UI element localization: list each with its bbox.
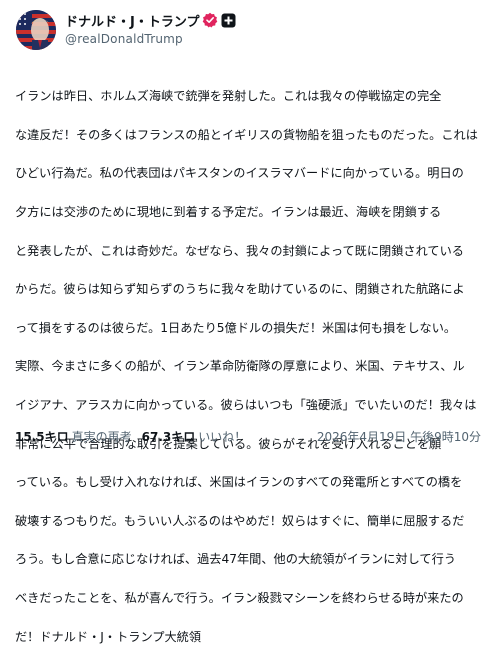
post-timestamp[interactable]: 2026年4月19日 午後9時10分 — [317, 428, 481, 445]
post-text-line: イジアナ、アラスカに向かっている。彼らはいつも「強硬派」でいたいのだ！我々は — [15, 398, 477, 413]
post-text-line: ろう。もし合意に応じなければ、過去47年間、他の大統領がイランに対して行う — [15, 552, 456, 567]
restruths-count: 15.5キロ — [15, 429, 69, 444]
likes-stat[interactable]: 67.3キロ いいね！ — [142, 428, 247, 445]
post-text: イランは昨日、ホルムズ海峡で銃弾を発射した。これは我々の停戦協定の完全 な違反だ… — [15, 68, 481, 666]
likes-count: 67.3キロ — [141, 429, 196, 444]
verified-badge-icon — [202, 12, 218, 28]
post-text-line: な違反だ！その多くはフランスの船とイギリスの貨物船を狙ったものだった。これは — [15, 127, 478, 142]
flag-portrait-avatar-icon — [16, 10, 56, 50]
post-text-line: っている。もし受け入れなければ、米国はイランのすべての発電所とすべての橋を — [15, 475, 463, 490]
post-text-line: ひどい行為だ。私の代表団はパキスタンのイスラマバードに向かっている。明日の — [15, 166, 464, 181]
restruths-label: 真実の再考 — [71, 429, 132, 444]
post-text-line: って損をするのは彼らだ。1日あたり5億ドルの損失だ！米国は何も損をしない。 — [15, 320, 457, 335]
post-text-line: べきだったことを、私が喜んで行う。イラン殺戮マシーンを終わらせる時が来たの — [15, 591, 464, 606]
avatar[interactable] — [16, 10, 56, 50]
author-handle[interactable]: @realDonaldTrump — [65, 32, 236, 46]
post-text-line: と発表したが、これは奇妙だ。なぜなら、我々の封鎖によって既に閉鎖されている — [15, 243, 464, 258]
post-footer: 15.5キロ 真実の再考 67.3キロ いいね！ 2026年4月19日 午後9時… — [15, 426, 481, 446]
author-names: ドナルド・J・トランプ @realDonaldTrump — [65, 10, 236, 46]
post-header: ドナルド・J・トランプ @realDonaldTrump — [12, 10, 480, 54]
post-text-line: 実際、今まさに多くの船が、イラン革命防衛隊の厚意により、米国、テキサス、ル — [15, 359, 465, 374]
post-text-line: からだ。彼らは知らず知らずのうちに我々を助けているのに、閉鎖された航路によ — [15, 282, 465, 297]
post-text-line: だ！ドナルド・J・トランプ大統領 — [15, 629, 202, 644]
post-text-line: 夕方には交渉のために現地に到着する予定だ。イランは最近、海峡を閉鎖する — [15, 205, 442, 220]
post-text-line: イランは昨日、ホルムズ海峡で銃弾を発射した。これは我々の停戦協定の完全 — [15, 89, 442, 104]
likes-label: いいね！ — [198, 429, 247, 444]
post-text-line: 破壊するつもりだ。もういい人ぶるのはやめだ！奴らはすぐに、簡単に屈服するだ — [15, 513, 465, 528]
name-row: ドナルド・J・トランプ — [65, 10, 236, 30]
restruths-stat[interactable]: 15.5キロ 真実の再考 — [15, 428, 132, 445]
display-name[interactable]: ドナルド・J・トランプ — [65, 11, 199, 30]
plus-square-badge-icon — [221, 13, 236, 28]
